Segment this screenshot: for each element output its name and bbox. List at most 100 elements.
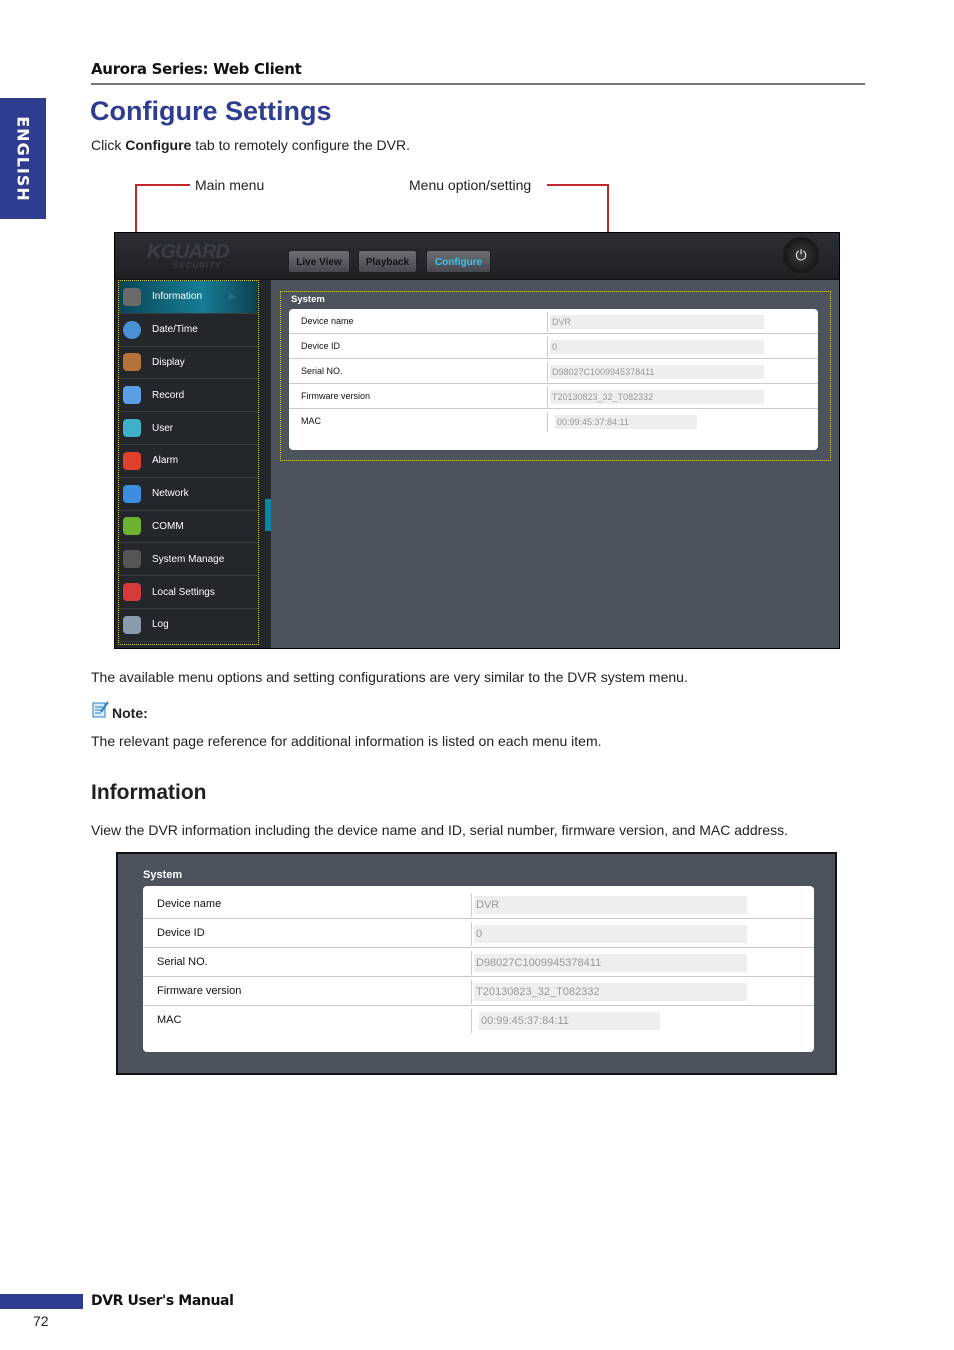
dvr-configure-screenshot: KGUARD SECURITY Live View Playback Config…: [114, 232, 840, 649]
device-name-field: DVR: [474, 896, 747, 914]
tab-configure[interactable]: Configure: [426, 250, 491, 273]
system-title: System: [291, 294, 325, 305]
device-id-field: 0: [550, 340, 764, 354]
gear-icon: [123, 287, 141, 306]
tab-live-view[interactable]: Live View: [288, 250, 350, 273]
tab-playback[interactable]: Playback: [358, 250, 417, 273]
callout-line: [547, 184, 609, 186]
field-label: Serial NO.: [301, 366, 343, 376]
gears-icon: [123, 550, 141, 569]
menu-item-display[interactable]: Display: [119, 347, 258, 380]
users-icon: [123, 419, 141, 438]
section-title: Information: [91, 781, 207, 804]
field-label: MAC: [301, 416, 321, 426]
callout-line: [135, 184, 190, 186]
menu-item-alarm[interactable]: Alarm: [119, 445, 258, 478]
alarm-icon: [123, 451, 141, 470]
menu-item-comm[interactable]: COMM: [119, 511, 258, 544]
serial-number-field: D98027C1009945378411: [550, 365, 764, 379]
language-label: ENGLISH: [13, 115, 33, 202]
menu-item-information[interactable]: Information ▶: [119, 281, 258, 314]
power-icon: ⏻: [795, 247, 807, 263]
local-settings-icon: [123, 583, 141, 602]
note-text: The relevant page reference for addition…: [91, 733, 602, 749]
menu-item-label: System Manage: [152, 553, 225, 565]
info-row: MAC 00:99:45:37:84:11: [143, 1006, 814, 1035]
info-row: Device name DVR: [143, 890, 814, 919]
callout-main-menu: Main menu: [195, 177, 265, 193]
intro-paragraph: Click Configure tab to remotely configur…: [91, 137, 410, 153]
menu-item-label: Alarm: [152, 455, 179, 467]
callout-menu-option: Menu option/setting: [409, 177, 532, 193]
note-label: Note:: [112, 705, 148, 721]
section-text: View the DVR information including the d…: [91, 822, 788, 838]
running-head: Aurora Series: Web Client: [91, 60, 302, 78]
field-label: Device ID: [301, 341, 341, 351]
clock-icon: [123, 320, 141, 339]
mac-field: 00:99:45:37:84:11: [555, 415, 697, 429]
monitor-icon: [123, 353, 141, 372]
footer-bar: [0, 1294, 83, 1309]
info-row: Firmware version T20130823_32_T082332: [143, 977, 814, 1006]
camera-icon: [123, 386, 141, 405]
menu-item-label: Log: [152, 619, 169, 631]
menu-item-record[interactable]: Record: [119, 379, 258, 413]
calendar-icon: [123, 615, 141, 634]
system-info-card: Device name DVR Device ID 0 Serial NO. D980…: [143, 886, 814, 1052]
firmware-version-field: T20130823_32_T082332: [474, 983, 747, 1001]
footer-title: DVR User's Manual: [91, 1293, 234, 1309]
field-label: Device name: [157, 898, 222, 910]
top-bar: KGUARD SECURITY Live View Playback Config…: [115, 233, 839, 280]
at-icon: [123, 517, 141, 536]
page-title: Configure Settings: [90, 96, 332, 126]
system-section: System Device name DVR Device ID 0 Serial …: [280, 291, 831, 461]
similar-paragraph: The available menu options and setting c…: [91, 669, 688, 685]
field-label: Firmware version: [157, 985, 242, 997]
menu-item-label: Network: [152, 488, 189, 500]
note-icon: [92, 701, 109, 718]
menu-item-local-settings[interactable]: Local Settings: [119, 576, 258, 609]
intro-pre: Click: [91, 137, 126, 153]
intro-bold: Configure: [125, 137, 192, 153]
chevron-right-icon: ▶: [229, 291, 236, 302]
dvr-information-screenshot: System Device name DVR Device ID 0 Serial …: [116, 852, 837, 1075]
menu-item-label: Record: [152, 389, 185, 401]
firmware-version-field: T20130823_32_T082332: [550, 390, 764, 404]
menu-item-system-manage[interactable]: System Manage: [119, 543, 258, 577]
menu-item-label: Date/Time: [152, 324, 198, 336]
menu-item-label: User: [152, 422, 174, 434]
language-tab: ENGLISH: [0, 98, 46, 219]
network-icon: [123, 484, 141, 503]
settings-panel: System Device name DVR Device ID 0 Serial …: [271, 280, 839, 648]
field-label: Device name: [301, 316, 354, 326]
info-row: Serial NO. D98027C1009945378411: [143, 948, 814, 977]
field-label: Serial NO.: [157, 956, 208, 968]
info-row: Firmware version T20130823_32_T082332: [289, 384, 818, 409]
info-row: Device ID 0: [289, 334, 818, 359]
device-id-field: 0: [474, 925, 747, 943]
intro-post: tab to remotely configure the DVR.: [191, 137, 411, 153]
field-label: Firmware version: [301, 391, 371, 401]
menu-item-network[interactable]: Network: [119, 478, 258, 511]
menu-item-date-time[interactable]: Date/Time: [119, 314, 258, 347]
menu-item-label: Local Settings: [152, 586, 215, 598]
kguard-logo: KGUARD SECURITY: [147, 241, 230, 270]
menu-item-log[interactable]: Log: [119, 609, 258, 642]
menu-item-user[interactable]: User: [119, 412, 258, 445]
page-number: 72: [33, 1313, 49, 1329]
info-row: Device name DVR: [289, 309, 818, 334]
menu-item-label: Information: [152, 291, 203, 303]
field-label: MAC: [157, 1014, 182, 1026]
power-button[interactable]: ⏻: [783, 237, 819, 273]
info-row: Serial NO. D98027C1009945378411: [289, 359, 818, 384]
field-label: Device ID: [157, 927, 205, 939]
header-rule: [91, 83, 865, 85]
system-title: System: [143, 869, 183, 881]
info-row: Device ID 0: [143, 919, 814, 948]
system-info-card: Device name DVR Device ID 0 Serial NO. D980…: [289, 309, 818, 450]
menu-item-label: Display: [152, 356, 185, 368]
menu-item-label: COMM: [152, 520, 184, 532]
serial-number-field: D98027C1009945378411: [474, 954, 747, 972]
main-menu: Information ▶ Date/Time Display Record Us…: [118, 280, 259, 645]
mac-field: 00:99:45:37:84:11: [479, 1012, 660, 1030]
